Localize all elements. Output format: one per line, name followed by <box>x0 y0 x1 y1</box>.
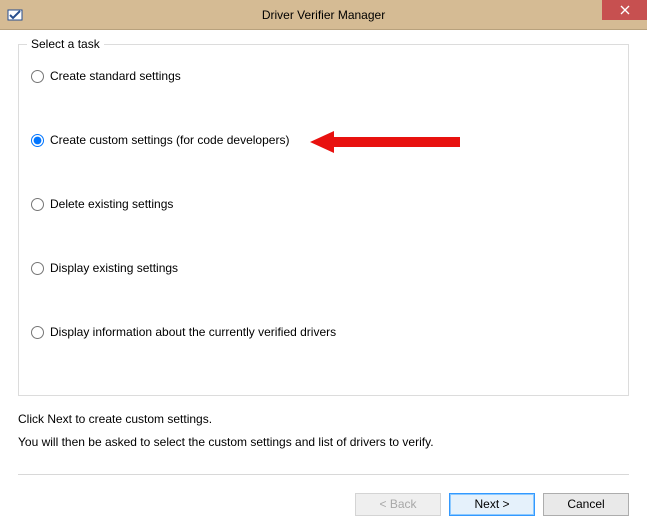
groupbox-legend: Select a task <box>27 37 104 51</box>
annotation-arrow-icon <box>310 129 460 155</box>
close-button[interactable] <box>602 0 647 20</box>
cancel-button[interactable]: Cancel <box>543 493 629 516</box>
help-line1: Click Next to create custom settings. <box>18 408 629 431</box>
radio-delete-existing[interactable]: Delete existing settings <box>31 197 173 211</box>
content-area: Select a task Create standard settings C… <box>0 44 647 475</box>
radio-label-display[interactable]: Display existing settings <box>50 261 178 275</box>
help-line2: You will then be asked to select the cus… <box>18 431 629 454</box>
button-row: < Back Next > Cancel <box>0 481 647 516</box>
close-icon <box>620 5 630 15</box>
radio-display-existing[interactable]: Display existing settings <box>31 261 178 275</box>
radio-input-delete[interactable] <box>31 198 44 211</box>
separator <box>18 474 629 475</box>
radio-input-info[interactable] <box>31 326 44 339</box>
radio-label-info[interactable]: Display information about the currently … <box>50 325 336 339</box>
help-text: Click Next to create custom settings. Yo… <box>18 408 629 454</box>
radio-create-custom[interactable]: Create custom settings (for code develop… <box>31 133 289 147</box>
back-button: < Back <box>355 493 441 516</box>
radio-create-standard[interactable]: Create standard settings <box>31 69 181 83</box>
next-button[interactable]: Next > <box>449 493 535 516</box>
radio-label-standard[interactable]: Create standard settings <box>50 69 181 83</box>
task-groupbox: Select a task Create standard settings C… <box>18 44 629 396</box>
radio-display-info[interactable]: Display information about the currently … <box>31 325 336 339</box>
radio-input-display[interactable] <box>31 262 44 275</box>
radio-label-custom[interactable]: Create custom settings (for code develop… <box>50 133 289 147</box>
radio-input-standard[interactable] <box>31 70 44 83</box>
titlebar: Driver Verifier Manager <box>0 0 647 30</box>
radio-input-custom[interactable] <box>31 134 44 147</box>
app-icon <box>7 7 23 23</box>
radio-label-delete[interactable]: Delete existing settings <box>50 197 173 211</box>
window-title: Driver Verifier Manager <box>0 8 647 22</box>
